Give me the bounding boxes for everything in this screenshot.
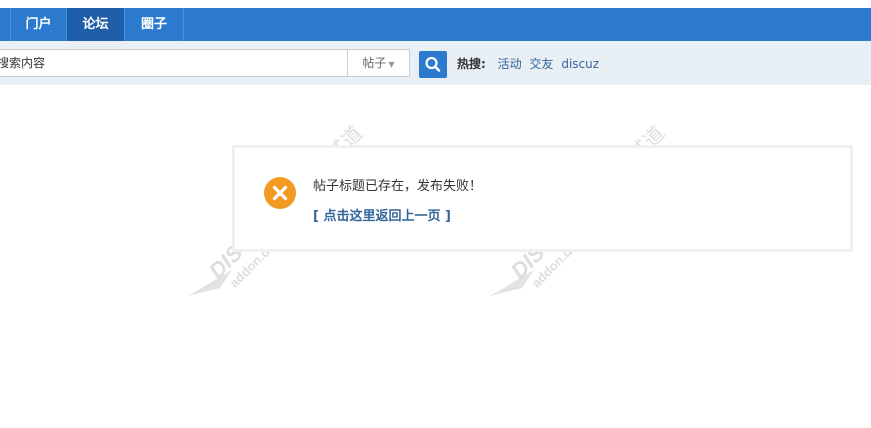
hot-search-link[interactable]: discuz — [561, 57, 599, 71]
search-bar: 搜索内容 帖子 ▼ 热搜: 活动 交友 discuz — [0, 41, 871, 85]
nav-item-forum[interactable]: 论坛 — [67, 8, 124, 41]
top-strip — [0, 0, 871, 8]
search-icon — [425, 56, 441, 72]
hot-search-link[interactable]: 交友 — [529, 57, 553, 71]
hot-search: 热搜: 活动 交友 discuz — [457, 55, 599, 73]
error-message: 帖子标题已存在，发布失败！ — [313, 179, 483, 194]
nav-item-group[interactable]: 圈子 — [125, 8, 183, 41]
back-link[interactable]: [ 点击这里返回上一页 ] — [313, 207, 451, 227]
error-x-icon — [264, 177, 296, 209]
search-button[interactable] — [419, 51, 447, 78]
search-type-label: 帖子 — [362, 56, 387, 70]
search-type-select[interactable]: 帖子 ▼ — [347, 49, 410, 77]
main-navbar: 门户 论坛 圈子 — [0, 8, 871, 41]
message-box: 帖子标题已存在，发布失败！ [ 点击这里返回上一页 ] — [232, 145, 853, 252]
nav-separator — [183, 8, 184, 41]
nav-item-portal[interactable]: 门户 — [11, 8, 66, 41]
chevron-down-icon: ▼ — [388, 60, 395, 69]
hot-search-link[interactable]: 活动 — [498, 57, 522, 71]
hot-search-label: 热搜: — [457, 57, 486, 71]
search-input[interactable]: 搜索内容 — [0, 49, 347, 77]
